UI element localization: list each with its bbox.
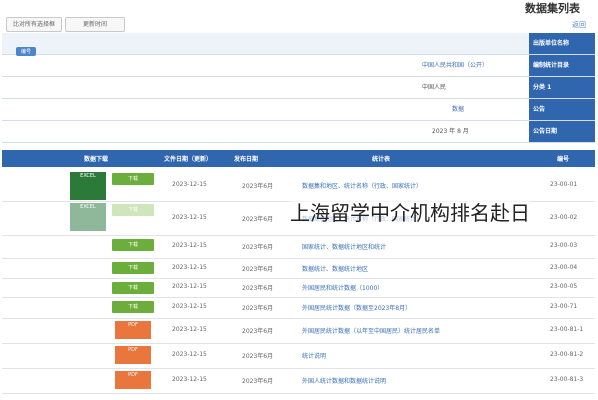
row-date: 2023年6月 bbox=[242, 216, 274, 223]
download-button[interactable]: 下载 bbox=[112, 204, 154, 216]
excel-file-button[interactable]: EXCEL bbox=[70, 172, 106, 200]
row-code: 23-00-81-1 bbox=[550, 326, 584, 333]
row-date: 2023年6月 bbox=[242, 285, 274, 292]
col-date: 发布日期 bbox=[234, 156, 259, 163]
download-button[interactable]: 下载 bbox=[112, 173, 154, 185]
download-button[interactable]: 下载 bbox=[112, 262, 154, 274]
row-date: 2023年6月 bbox=[242, 353, 274, 360]
info-label-0: 出版单位名称 bbox=[529, 33, 595, 54]
row-date: 2023年6月 bbox=[242, 378, 274, 385]
table-row: 23-00-03 国家统计、数据统计地区和统计 2023年6月 2023-12-15 下… bbox=[2, 235, 595, 259]
info-val-3[interactable]: 数据 bbox=[2, 99, 529, 120]
col-code: 编号 bbox=[557, 156, 570, 163]
pdf-file-button[interactable]: PDF bbox=[115, 321, 151, 339]
row-code: 23-00-04 bbox=[550, 264, 578, 271]
row-code: 23-00-81-2 bbox=[550, 351, 584, 358]
row-name[interactable]: 统计说明 bbox=[302, 351, 326, 360]
back-link[interactable]: 返回 bbox=[572, 20, 586, 30]
row-updated: 2023-12-15 bbox=[172, 326, 207, 333]
row-code: 23-00-81-3 bbox=[550, 376, 584, 383]
download-button[interactable]: 下载 bbox=[112, 282, 154, 294]
pdf-file-button[interactable]: PDF bbox=[115, 371, 151, 389]
info-label-1: 编制统计目录 bbox=[529, 55, 595, 76]
row-date: 2023年6月 bbox=[242, 305, 274, 312]
download-button[interactable]: 下载 bbox=[112, 239, 154, 251]
page-title: 数据集列表 bbox=[525, 2, 580, 15]
compare-button[interactable]: 比对所有选择框 bbox=[6, 17, 62, 32]
row-date: 2023年6月 bbox=[242, 183, 274, 190]
row-updated: 2023-12-15 bbox=[172, 376, 207, 383]
table-row: 23-00-81-2 统计说明 2023年6月 2023-12-15 PDF bbox=[2, 343, 595, 369]
info-label-2: 分类 1 bbox=[529, 77, 595, 98]
row-code: 23-00-01 bbox=[550, 181, 578, 188]
row-updated: 2023-12-15 bbox=[172, 351, 207, 358]
list-header: 编号 统计表 发布日期 文件日期（更新） 数据下载 bbox=[2, 150, 595, 167]
row-updated: 2023-12-15 bbox=[172, 242, 207, 249]
col-download: 数据下载 bbox=[84, 156, 109, 163]
table-row: 23-00-71 外国居民统计数据（数据至2023年8月） 2023年6月 2023-… bbox=[2, 297, 595, 319]
info-val-2: 中国人民 bbox=[422, 84, 447, 91]
row-name[interactable]: 外国居民统计数据（数据至2023年8月） bbox=[302, 303, 411, 312]
overlay-text: 上海留学中介机构排名赴日 bbox=[290, 197, 530, 226]
info-label-3: 公告 bbox=[529, 99, 595, 120]
row-date: 2023年6月 bbox=[242, 244, 274, 251]
col-name: 统计表 bbox=[372, 156, 391, 163]
row-updated: 2023-12-15 bbox=[172, 303, 207, 310]
row-updated: 2023-12-15 bbox=[172, 214, 207, 221]
row-code: 23-00-02 bbox=[550, 214, 578, 221]
pdf-file-button[interactable]: PDF bbox=[115, 346, 151, 364]
table-row: 23-00-05 外国居民和统计数据（1000） 2023年6月 2023-12-15… bbox=[2, 278, 595, 298]
code-button-2[interactable]: 编号 bbox=[16, 47, 37, 56]
row-name[interactable]: 数据统计、数据统计地区 bbox=[302, 264, 368, 273]
col-upd: 文件日期（更新） bbox=[164, 156, 213, 163]
row-date: 2023年6月 bbox=[242, 328, 274, 335]
table-row: 23-00-81-1 外国居民统计数据（以年至中国居民）统计居民名单 2023年6月… bbox=[2, 318, 595, 344]
row-name[interactable]: 外国人统计数据和数据统计说明 bbox=[302, 376, 386, 385]
row-name[interactable]: 外国居民统计数据（以年至中国居民）统计居民名单 bbox=[302, 326, 440, 335]
info-label-4: 公告日期 bbox=[529, 121, 595, 142]
info-val-1[interactable]: 中国人民共和国（公开） bbox=[2, 55, 529, 76]
info-val-4: 2023 年 8 月 bbox=[432, 128, 469, 135]
row-code: 23-00-03 bbox=[550, 242, 578, 249]
row-name[interactable]: 数据集和地区、统计名称（行政、国家统计） bbox=[302, 181, 422, 190]
row-updated: 2023-12-15 bbox=[172, 181, 207, 188]
table-row: 23-00-81-3 外国人统计数据和数据统计说明 2023年6月 2023-12-1… bbox=[2, 368, 595, 394]
row-name[interactable]: 外国居民和统计数据（1000） bbox=[302, 283, 383, 292]
row-name[interactable]: 国家统计、数据统计地区和统计 bbox=[302, 242, 386, 251]
excel-file-button[interactable]: EXCEL bbox=[70, 203, 106, 231]
row-code: 23-00-71 bbox=[550, 303, 578, 310]
row-date: 2023年6月 bbox=[242, 266, 274, 273]
row-updated: 2023-12-15 bbox=[172, 264, 207, 271]
row-updated: 2023-12-15 bbox=[172, 283, 207, 290]
download-button[interactable]: 下载 bbox=[112, 301, 154, 313]
update-time-button[interactable]: 更新时间 bbox=[65, 17, 125, 32]
row-code: 23-00-05 bbox=[550, 283, 578, 290]
table-row: 23-00-04 数据统计、数据统计地区 2023年6月 2023-12-15 下载 bbox=[2, 258, 595, 279]
